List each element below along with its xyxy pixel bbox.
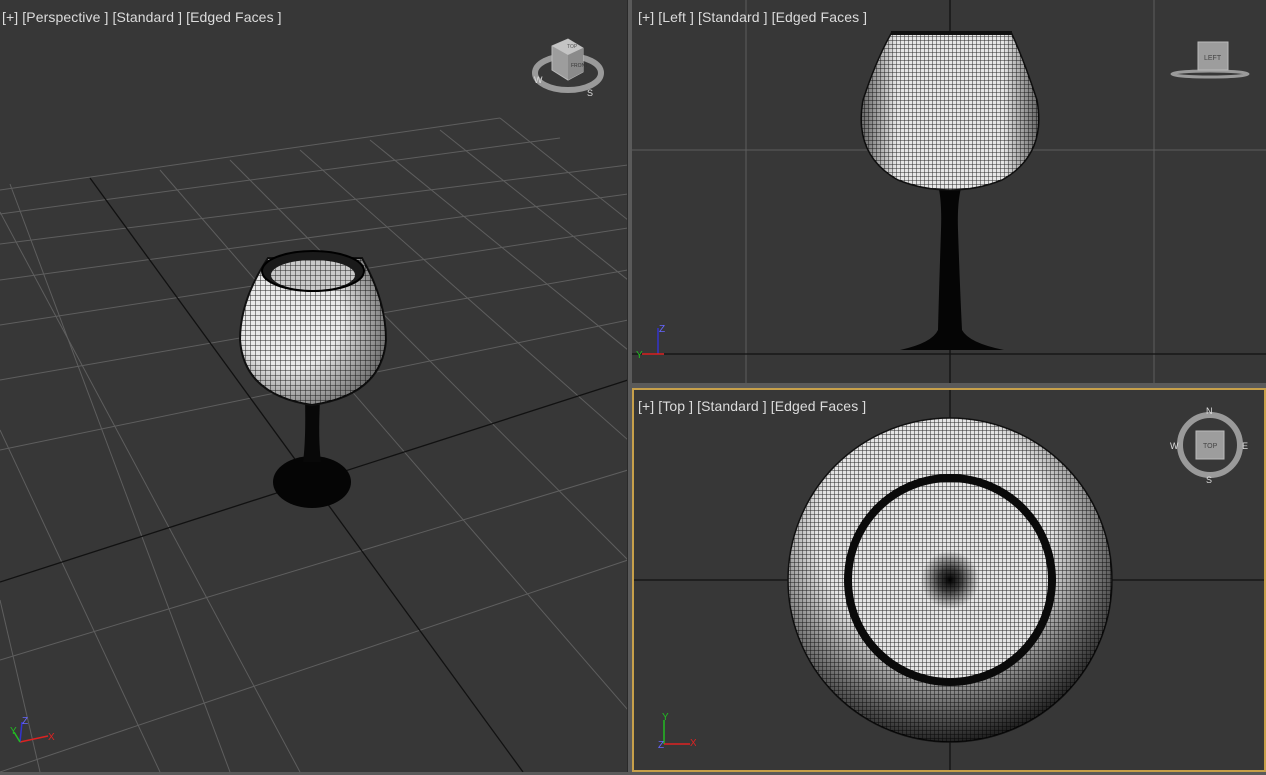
viewcube-widget[interactable]: TOP N S E W — [1170, 404, 1250, 486]
viewcube-widget[interactable]: LEFT — [1168, 38, 1252, 82]
viewport-perspective[interactable]: [+] [Perspective ] [Standard ] [Edged Faces… — [0, 0, 628, 772]
y-axis-label: Y — [662, 712, 669, 723]
z-axis-label: Z — [658, 740, 664, 751]
compass-north[interactable]: N — [1206, 406, 1213, 416]
axis-tripod: Y X Z — [658, 712, 696, 751]
wine-glass-mesh — [787, 417, 1113, 743]
compass-west[interactable]: W — [1170, 441, 1179, 451]
z-axis-label: Z — [659, 324, 665, 335]
viewport-menu-button[interactable]: [+] — [2, 9, 18, 25]
shading-mode-button[interactable]: [Standard ] — [112, 9, 182, 25]
view-type-button[interactable]: [Left ] — [658, 9, 694, 25]
perspective-scene — [0, 117, 627, 772]
viewcube-left-face[interactable]: LEFT — [1204, 55, 1222, 62]
viewport-label: [+] [Top ] [Standard ] [Edged Faces ] — [638, 398, 870, 414]
viewcube-top-face[interactable]: TOP — [1203, 443, 1218, 450]
edged-faces-button[interactable]: [Edged Faces ] — [772, 9, 868, 25]
viewport-label: [+] [Left ] [Standard ] [Edged Faces ] — [638, 9, 871, 25]
shading-mode-button[interactable]: [Standard ] — [697, 398, 767, 414]
wine-glass-mesh — [238, 250, 388, 508]
viewport-top[interactable]: [+] [Top ] [Standard ] [Edged Faces ] TO… — [632, 388, 1266, 772]
view-type-button[interactable]: [Top ] — [658, 398, 693, 414]
viewcube-top-face[interactable]: TOP — [567, 44, 578, 50]
axis-tripod: X Z Y — [10, 716, 55, 743]
compass-south[interactable]: S — [1206, 475, 1212, 485]
edged-faces-button[interactable]: [Edged Faces ] — [186, 9, 282, 25]
viewport-menu-button[interactable]: [+] — [638, 398, 654, 414]
y-axis-label: Y — [10, 726, 17, 737]
x-axis-label: X — [690, 738, 696, 749]
viewcube-front-face[interactable]: FRONT — [571, 63, 588, 69]
z-axis-label: Z — [22, 716, 28, 727]
compass-south[interactable]: S — [587, 88, 593, 98]
shading-mode-button[interactable]: [Standard ] — [698, 9, 768, 25]
viewport-left[interactable]: [+] [Left ] [Standard ] [Edged Faces ] L… — [632, 0, 1266, 383]
axis-tripod: Z Y — [636, 324, 665, 361]
viewport-menu-button[interactable]: [+] — [638, 9, 654, 25]
wine-glass-mesh — [860, 31, 1040, 350]
viewcube-widget[interactable]: TOP FRONT W S — [530, 34, 612, 98]
edged-faces-button[interactable]: [Edged Faces ] — [771, 398, 867, 414]
compass-east[interactable]: E — [1242, 441, 1248, 451]
compass-west[interactable]: W — [534, 75, 543, 85]
view-type-button[interactable]: [Perspective ] — [22, 9, 108, 25]
y-axis-label: Y — [636, 350, 643, 361]
x-axis-label: X — [48, 732, 55, 743]
viewport-label: [+] [Perspective ] [Standard ] [Edged Faces… — [2, 9, 286, 25]
